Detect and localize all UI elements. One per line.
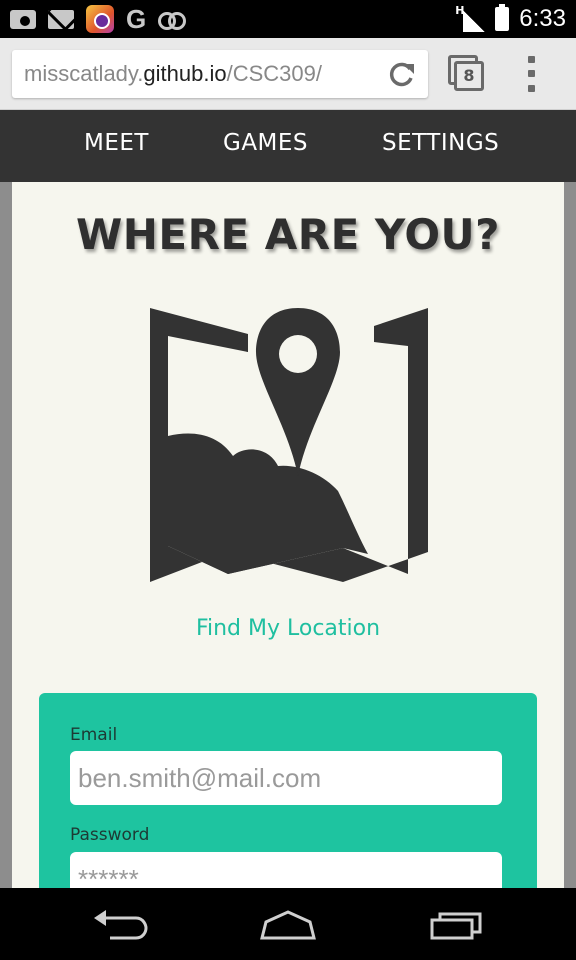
nav-item-meet[interactable]: MEET (84, 130, 149, 156)
signal-icon: H (455, 4, 486, 32)
tabs-button[interactable]: 8 (448, 54, 486, 93)
site-nav: MEET GAMES SETTINGS (0, 110, 576, 182)
email-label: Email (70, 725, 118, 745)
url-bar[interactable]: misscatlady. github.io/CSC309/ (12, 49, 428, 98)
android-navigation-bar (0, 888, 576, 960)
url-prefix: misscatlady. (24, 60, 144, 86)
url-path: /CSC309/ (226, 60, 322, 86)
login-form: Email Password (39, 693, 537, 906)
nav-item-settings[interactable]: SETTINGS (382, 130, 499, 156)
url-host: github.io (143, 60, 227, 86)
page-title: WHERE ARE YOU? (75, 210, 501, 259)
mail-icon (48, 9, 74, 29)
password-label: Password (70, 825, 150, 845)
notification-icons: G (10, 3, 187, 35)
recent-apps-icon[interactable] (426, 908, 486, 942)
map-location-icon (148, 306, 430, 586)
back-icon[interactable] (90, 908, 150, 942)
system-icons: H 6:33 (455, 4, 566, 33)
voicemail-icon (158, 12, 187, 30)
find-my-location-link[interactable]: Find My Location (0, 616, 576, 641)
camera-icon (10, 9, 36, 29)
nav-item-games[interactable]: GAMES (223, 130, 308, 156)
browser-toolbar: misscatlady. github.io/CSC309/ 8 (0, 38, 576, 110)
home-icon[interactable] (258, 908, 318, 942)
battery-icon (495, 4, 510, 31)
app-icon (86, 5, 114, 33)
clock: 6:33 (519, 5, 566, 32)
status-bar: G H 6:33 (0, 0, 576, 38)
tab-count: 8 (454, 60, 484, 91)
google-icon: G (126, 3, 147, 34)
email-field[interactable] (70, 751, 502, 805)
overflow-menu-icon[interactable] (526, 55, 536, 92)
reload-icon[interactable] (388, 60, 416, 88)
